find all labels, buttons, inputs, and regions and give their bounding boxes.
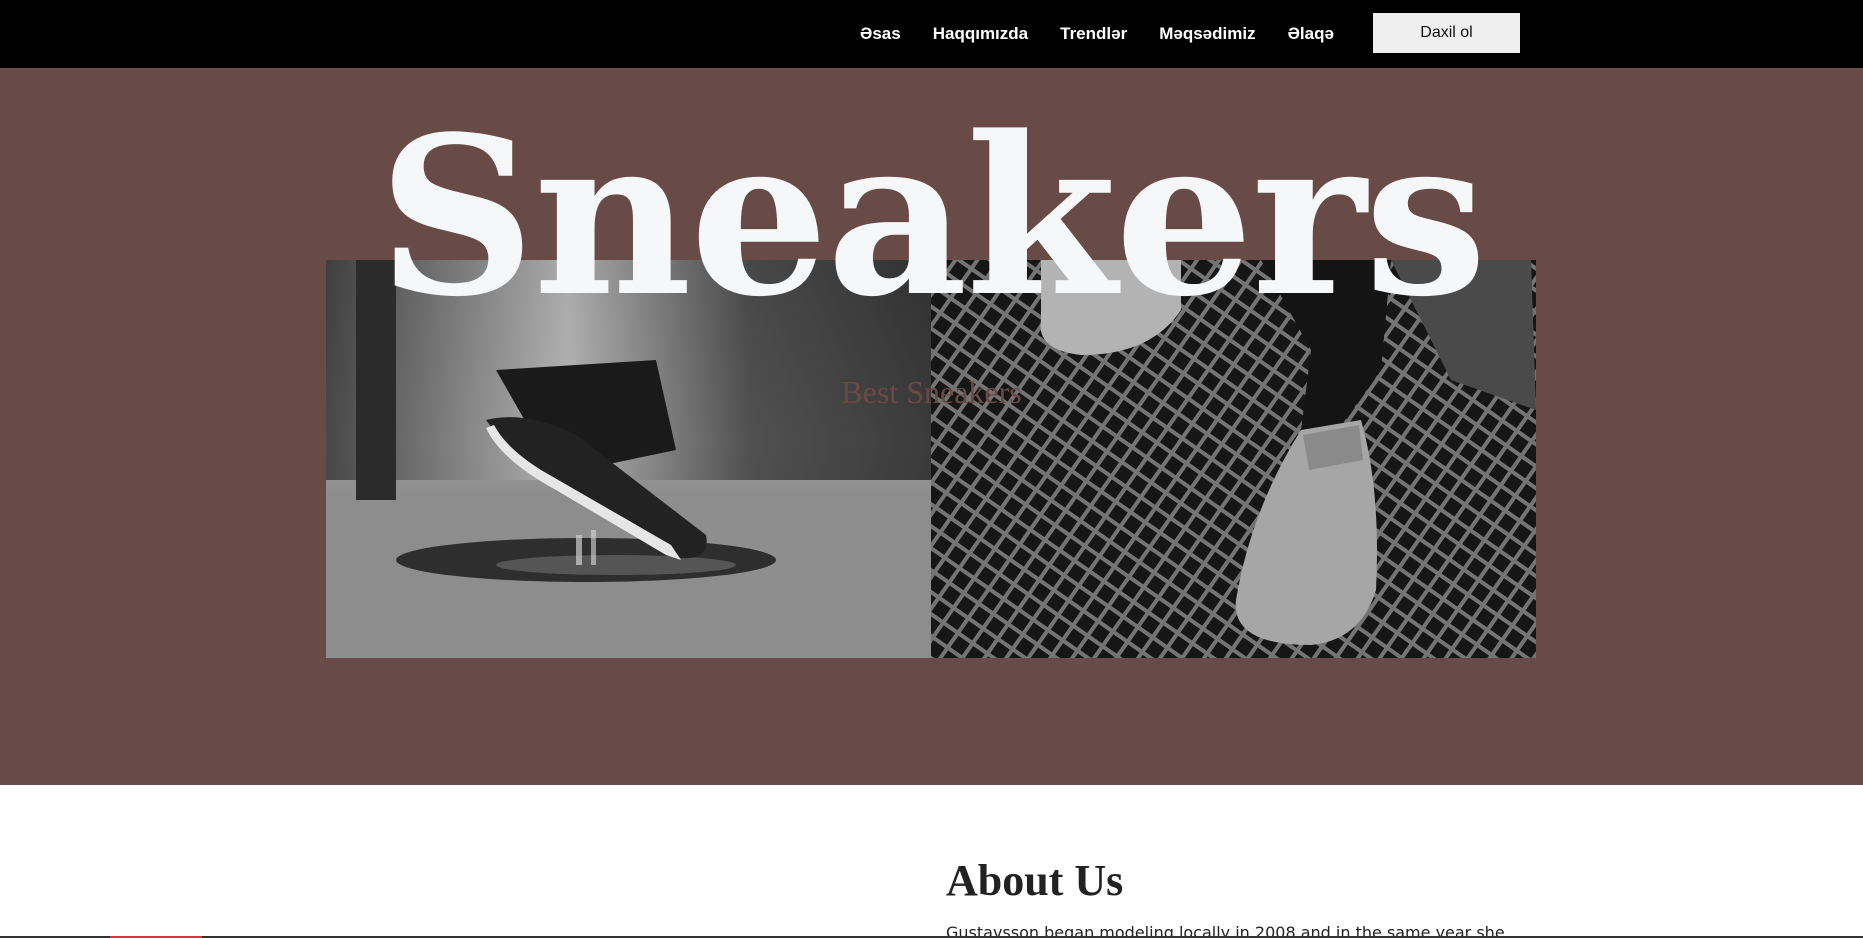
- nav-link-home[interactable]: Əsas: [860, 24, 901, 44]
- hero-title: Sneakers: [377, 89, 1487, 345]
- nav-link-trends[interactable]: Trendlər: [1060, 24, 1127, 44]
- nav-link-about[interactable]: Haqqımızda: [933, 24, 1028, 44]
- navbar: Əsas Haqqımızda Trendlər Məqsədimiz Əlaq…: [0, 0, 1863, 68]
- about-title: About Us: [946, 856, 1124, 905]
- about-section: About Us Gustavsson began modeling local…: [0, 785, 1863, 938]
- login-button[interactable]: Daxil ol: [1373, 13, 1520, 53]
- nav-links: Əsas Haqqımızda Trendlər Məqsədimiz Əlaq…: [860, 0, 1334, 68]
- nav-link-goals[interactable]: Məqsədimiz: [1159, 24, 1255, 44]
- nav-link-contact[interactable]: Əlaqə: [1288, 24, 1334, 44]
- hero-subtitle: Best Sneakers: [841, 374, 1022, 410]
- hero-section: Sneakers Best Sneakers: [0, 68, 1863, 785]
